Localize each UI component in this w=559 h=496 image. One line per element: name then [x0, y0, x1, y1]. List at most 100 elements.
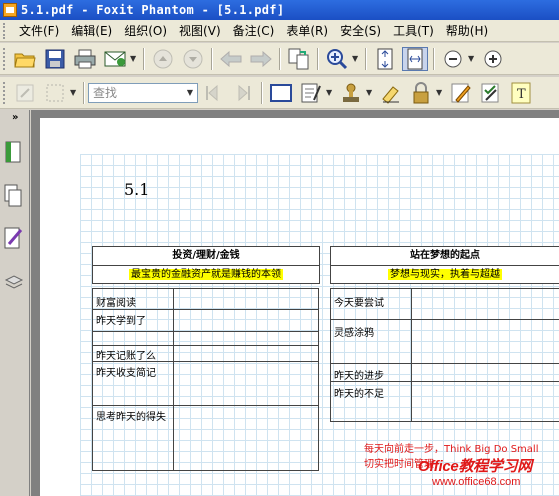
right-row-label: 昨天的不足: [334, 389, 384, 400]
left-section-title: 投资/理财/金钱: [93, 247, 319, 266]
bookmarks-icon[interactable]: [4, 140, 24, 164]
fit-page-icon[interactable]: [372, 47, 398, 71]
menu-security[interactable]: 安全(S): [334, 22, 387, 39]
note-dropdown-icon[interactable]: ▼: [326, 88, 334, 97]
stamp-dropdown-icon[interactable]: ▼: [366, 88, 374, 97]
search-input[interactable]: 查找 ▼: [88, 82, 198, 103]
pencil-icon[interactable]: [448, 81, 474, 105]
hand-tool-icon[interactable]: [12, 81, 38, 105]
window-title: 5.1.pdf - Foxit Phantom - [5.1.pdf]: [21, 3, 285, 17]
expand-panel-icon[interactable]: »: [12, 112, 18, 123]
stamp-icon[interactable]: [338, 81, 364, 105]
right-row-label: 灵感涂鸦: [334, 328, 374, 339]
left-row-label: 昨天记账了么: [96, 351, 156, 362]
main-toolbar: ▼ ▼ ▼: [0, 43, 559, 75]
extract-pages-icon[interactable]: [286, 47, 312, 71]
pdf-page: 5.1 投资/理财/金钱 最宝贵的金融资产就是赚钱的本领 站在梦想的起点 梦想与…: [40, 118, 559, 496]
toolbar-separator: [261, 81, 263, 104]
svg-text:T: T: [517, 87, 526, 102]
toolbar-grip[interactable]: [3, 81, 7, 104]
pages-thumbnails-icon[interactable]: [4, 184, 24, 208]
find-next-icon[interactable]: [230, 81, 256, 105]
table-row-divider: [331, 363, 559, 364]
menu-edit[interactable]: 编辑(E): [65, 22, 118, 39]
site-watermark: Office教程学习网 www.office68.com: [418, 455, 558, 495]
fit-width-icon[interactable]: [402, 46, 428, 71]
left-section-subtitle-row: 最宝贵的金融资产就是赚钱的本领: [93, 266, 319, 283]
layers-icon[interactable]: [4, 270, 24, 294]
right-section-header: 站在梦想的起点 梦想与现实，执着与超越: [330, 246, 559, 284]
page-up-icon[interactable]: [150, 47, 176, 71]
email-dropdown-icon[interactable]: ▼: [130, 54, 138, 63]
toolbar-separator: [211, 47, 213, 70]
note-icon[interactable]: [298, 81, 324, 105]
document-view[interactable]: 5.1 投资/理财/金钱 最宝贵的金融资产就是赚钱的本领 站在梦想的起点 梦想与…: [31, 110, 559, 496]
print-icon[interactable]: [72, 47, 98, 71]
lock-icon[interactable]: [408, 81, 434, 105]
watermark-url: www.office68.com: [432, 476, 521, 488]
right-section-subtitle-row: 梦想与现实，执着与超越: [331, 266, 559, 283]
search-dropdown-icon[interactable]: ▼: [187, 88, 193, 97]
right-row-label: 今天要尝试: [334, 298, 384, 309]
left-section-header: 投资/理财/金钱 最宝贵的金融资产就是赚钱的本领: [92, 246, 320, 284]
single-page-icon[interactable]: [268, 81, 294, 105]
left-row-label: 昨天收支简记: [96, 368, 156, 379]
page-heading: 5.1: [124, 180, 150, 199]
text-tool-icon[interactable]: T: [508, 81, 534, 105]
right-section-subtitle: 梦想与现实，执着与超越: [388, 269, 502, 280]
table-row-divider: [93, 405, 318, 406]
left-row-label: 思考昨天的得失: [96, 412, 166, 423]
zoom-dropdown-icon[interactable]: ▼: [352, 54, 360, 63]
table-row-divider: [93, 331, 318, 332]
toolbar-separator: [143, 47, 145, 70]
menu-organize[interactable]: 组织(O): [118, 22, 173, 39]
search-placeholder: 查找: [93, 86, 118, 100]
left-section-subtitle: 最宝贵的金融资产就是赚钱的本领: [129, 269, 283, 280]
table-row-divider: [93, 309, 318, 310]
right-section-table: 今天要尝试 灵感涂鸦 昨天的进步 昨天的不足: [330, 288, 559, 422]
select-area-icon[interactable]: [42, 81, 68, 105]
open-folder-icon[interactable]: [12, 47, 38, 71]
table-row-divider: [331, 319, 559, 320]
save-icon[interactable]: [42, 47, 68, 71]
menu-file[interactable]: 文件(F): [13, 22, 65, 39]
menu-help[interactable]: 帮助(H): [440, 22, 494, 39]
forward-icon[interactable]: [248, 47, 274, 71]
navigation-panel: »: [0, 110, 30, 496]
find-prev-icon[interactable]: [200, 81, 226, 105]
menu-grip-handle[interactable]: [3, 22, 7, 39]
left-section-table: 财富阅读 昨天学到了 昨天记账了么 昨天收支简记 思考昨天的得失: [92, 288, 319, 471]
title-bar: 5.1.pdf - Foxit Phantom - [5.1.pdf]: [0, 0, 559, 20]
secondary-toolbar: ▼ 查找 ▼ ▼ ▼ ▼ T: [0, 77, 559, 109]
right-section-title: 站在梦想的起点: [331, 247, 559, 266]
table-row-divider: [93, 345, 318, 346]
left-row-label: 昨天学到了: [96, 316, 146, 327]
zoom-out-dropdown-icon[interactable]: ▼: [468, 54, 476, 63]
zoom-plus-icon[interactable]: [480, 47, 506, 71]
lock-dropdown-icon[interactable]: ▼: [436, 88, 444, 97]
email-icon[interactable]: [102, 47, 128, 71]
annotations-icon[interactable]: [4, 226, 24, 250]
foxit-app-icon[interactable]: [3, 3, 17, 17]
watermark-title: Office教程学习网: [418, 458, 532, 475]
right-row-label: 昨天的进步: [334, 371, 384, 382]
menu-forms[interactable]: 表单(R): [280, 22, 334, 39]
highlight-icon[interactable]: [378, 81, 404, 105]
column-divider: [173, 289, 174, 470]
menu-bar: 文件(F) 编辑(E) 组织(O) 视图(V) 备注(C) 表单(R) 安全(S…: [0, 20, 559, 42]
menu-comments[interactable]: 备注(C): [227, 22, 281, 39]
menu-tools[interactable]: 工具(T): [387, 22, 440, 39]
zoom-out-icon[interactable]: [440, 47, 466, 71]
toolbar-separator: [433, 47, 435, 70]
toolbar-grip[interactable]: [3, 47, 7, 70]
zoom-in-icon[interactable]: [324, 47, 350, 71]
toolbar-separator: [317, 47, 319, 70]
back-icon[interactable]: [218, 47, 244, 71]
menu-view[interactable]: 视图(V): [173, 22, 227, 39]
toolbar-separator: [279, 47, 281, 70]
page-down-icon[interactable]: [180, 47, 206, 71]
toolbar-separator: [365, 47, 367, 70]
column-divider: [411, 289, 412, 421]
select-dropdown-icon[interactable]: ▼: [70, 88, 78, 97]
typewriter-icon[interactable]: [478, 81, 504, 105]
